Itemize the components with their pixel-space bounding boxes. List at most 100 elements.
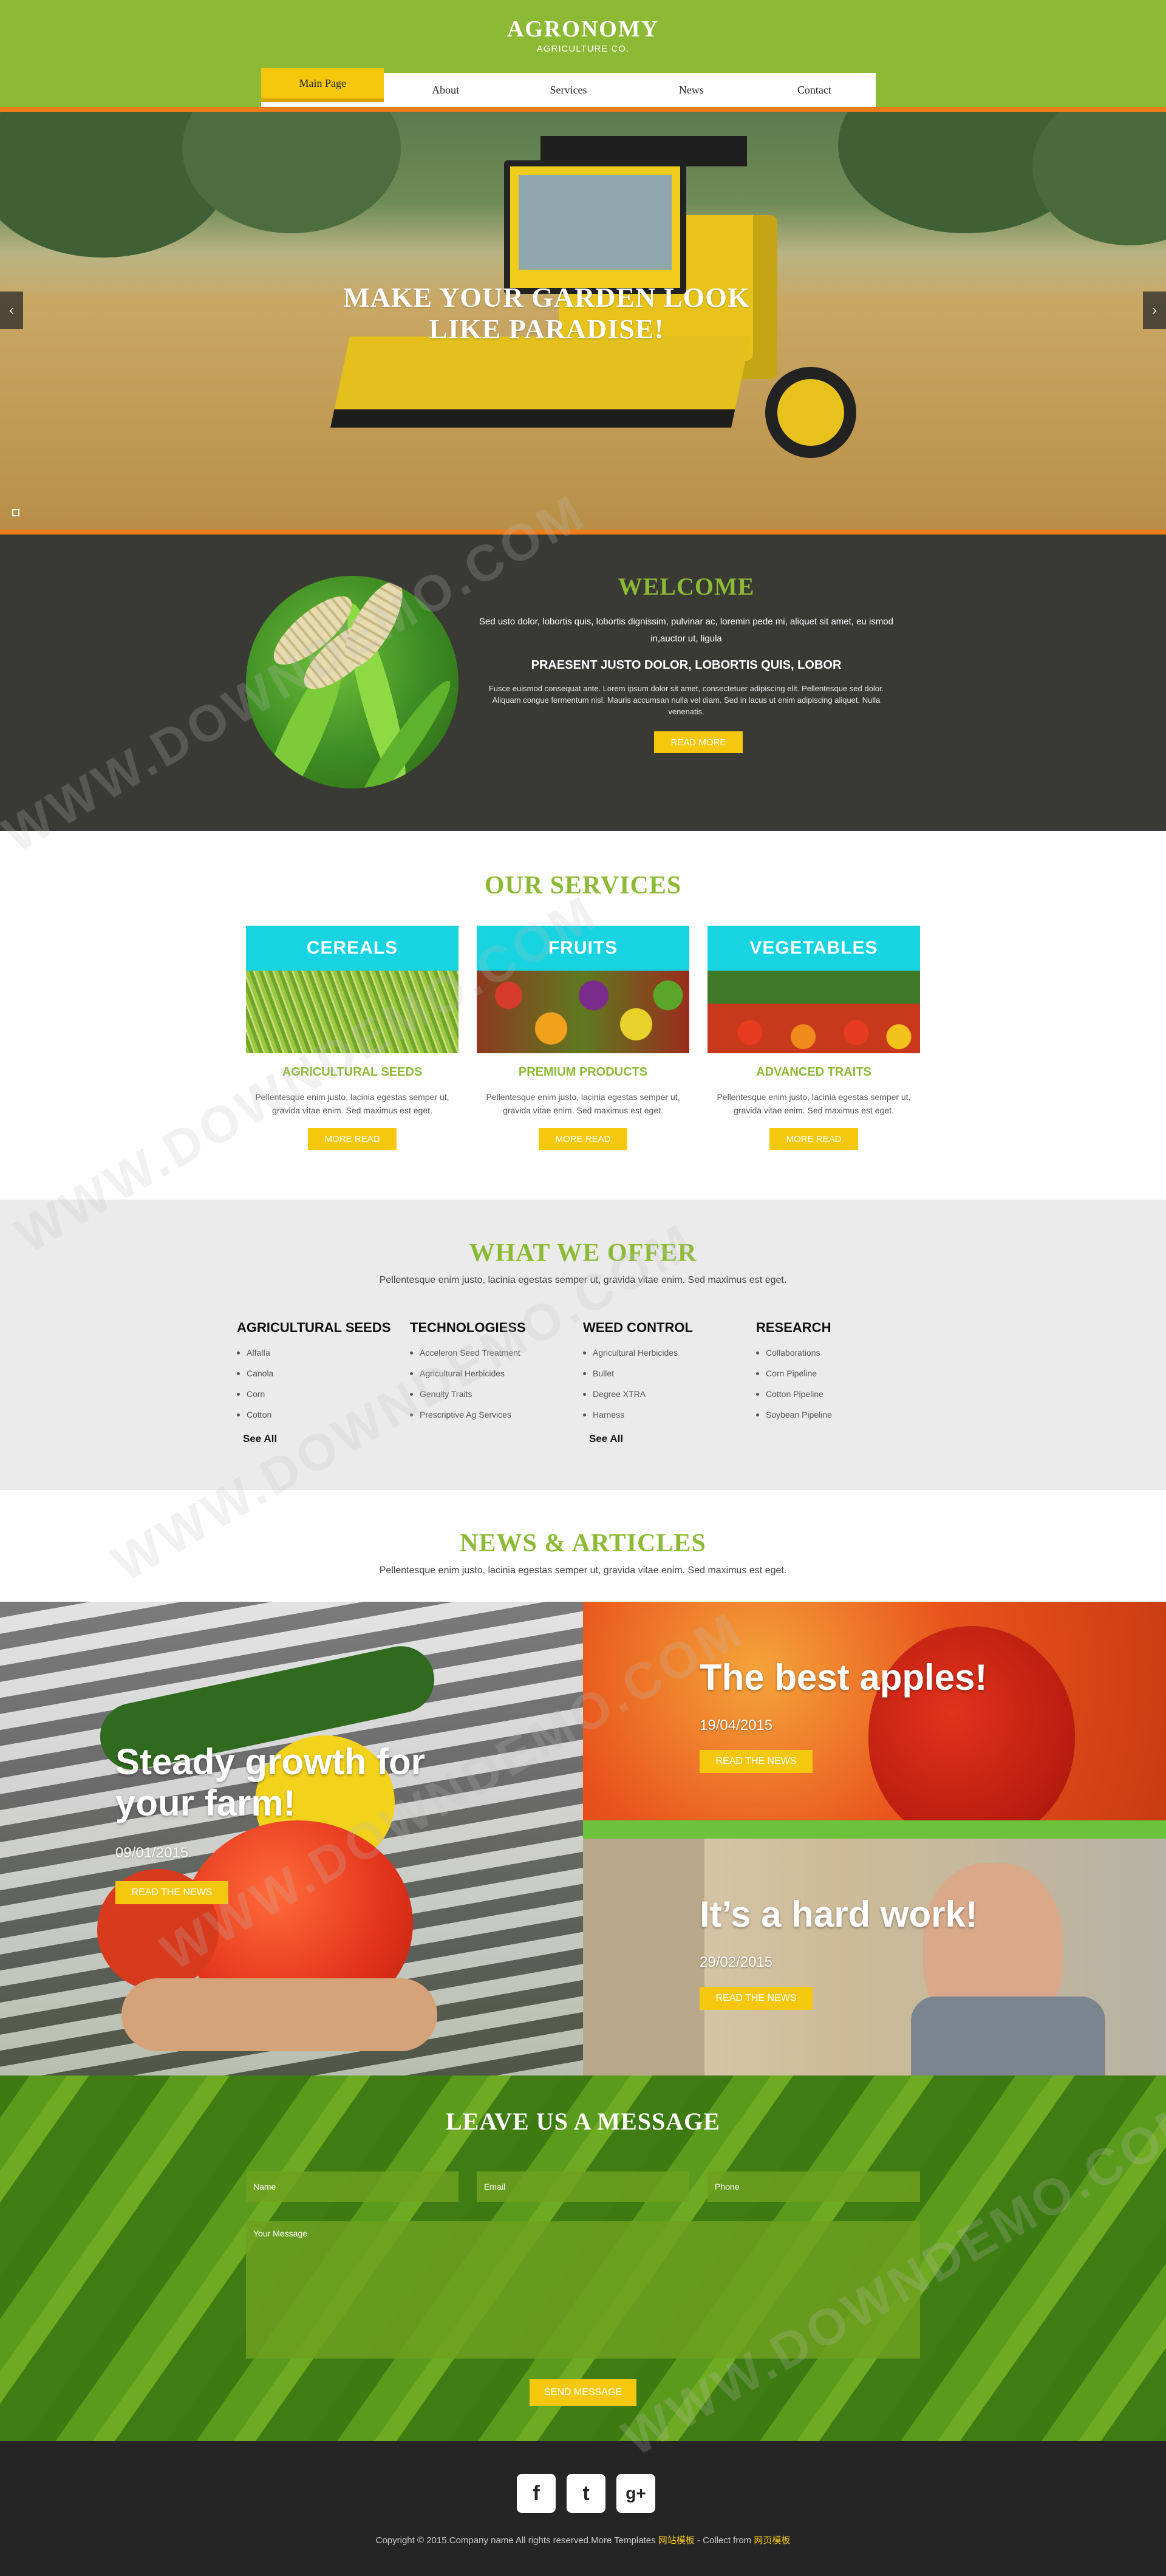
site-logo[interactable]: AGRONOMY: [0, 16, 1166, 43]
offer-list-item[interactable]: Agricultural Herbicides: [410, 1368, 580, 1389]
see-all-link[interactable]: See All: [243, 1433, 407, 1445]
hero-title: MAKE YOUR GARDEN LOOK LIKE PARADISE!: [343, 282, 750, 344]
google-plus-icon[interactable]: g+: [616, 2474, 655, 2513]
offer-list-item[interactable]: Corn: [237, 1389, 407, 1410]
news-card-best-apples[interactable]: The best apples! 19/04/2015 READ THE NEW…: [583, 1602, 1166, 1839]
site-header: AGRONOMY AGRICULTURE CO. Main Page About…: [0, 0, 1166, 108]
hero-divider: [0, 530, 1166, 535]
offer-list-item[interactable]: Cotton: [237, 1410, 407, 1430]
welcome-title: WELCOME: [618, 573, 755, 600]
offer-list-item[interactable]: Soybean Pipeline: [756, 1410, 926, 1430]
slider-next-arrow-icon[interactable]: ›: [1143, 292, 1166, 329]
service-card-vegetables: VEGETABLES ADVANCED TRAITS Pellentesque …: [707, 926, 920, 1150]
hero-slider: MAKE YOUR GARDEN LOOK LIKE PARADISE! ‹ ›: [0, 112, 1166, 530]
welcome-intro-text: Sed usto dolor, lobortis quis, lobortis …: [479, 617, 893, 644]
cereals-image: [246, 971, 459, 1053]
offer-list-item[interactable]: Harness: [583, 1410, 753, 1430]
more-read-button[interactable]: MORE READ: [308, 1128, 397, 1150]
news-card-date: 19/04/2015: [700, 1717, 773, 1734]
send-message-button[interactable]: SEND MESSAGE: [530, 2379, 636, 2406]
offer-list-item[interactable]: Degree XTRA: [583, 1389, 753, 1410]
service-card-cereals: CEREALS AGRICULTURAL SEEDS Pellentesque …: [246, 926, 459, 1150]
offer-section: WHAT WE OFFER Pellentesque enim justo, l…: [0, 1200, 1166, 1490]
read-the-news-button[interactable]: READ THE NEWS: [700, 1987, 813, 2010]
offer-list-item[interactable]: Canola: [237, 1368, 407, 1389]
offer-column-technologies: TECHNOLOGIESS Acceleron Seed Treatment A…: [410, 1320, 580, 1430]
services-section: OUR SERVICES CEREALS AGRICULTURAL SEEDS …: [0, 831, 1166, 1200]
service-card-text: Pellentesque enim justo, lacinia egestas…: [255, 1092, 449, 1115]
see-all-link[interactable]: See All: [589, 1433, 753, 1445]
offer-title: WHAT WE OFFER: [469, 1239, 697, 1267]
nav-item-news[interactable]: News: [630, 73, 752, 107]
news-card-title[interactable]: The best apples!: [700, 1656, 987, 1698]
service-card-heading: CEREALS: [246, 926, 459, 971]
welcome-section: WELCOME Sed usto dolor, lobortis quis, l…: [0, 535, 1166, 831]
offer-list-item[interactable]: Bullet: [583, 1368, 753, 1389]
offer-list-item[interactable]: Alfalfa: [237, 1348, 407, 1368]
service-card-fruits: FRUITS PREMIUM PRODUCTS Pellentesque eni…: [477, 926, 689, 1150]
main-nav: Main Page About Services News Contact: [261, 68, 876, 107]
news-card-date: 29/02/2015: [700, 1954, 773, 1970]
offer-column-heading: WEED CONTROL: [583, 1320, 693, 1335]
phone-field[interactable]: [707, 2171, 920, 2202]
offer-list-item[interactable]: Genuity Traits: [410, 1389, 580, 1410]
vegetables-image: [707, 971, 920, 1053]
templates-link[interactable]: 网站模板: [658, 2535, 695, 2546]
offer-column-heading: RESEARCH: [756, 1320, 831, 1335]
read-the-news-button[interactable]: READ THE NEWS: [700, 1750, 813, 1773]
offer-list-item[interactable]: Prescriptive Ag Services: [410, 1410, 580, 1430]
collect-label: - Collect from: [697, 2535, 752, 2546]
slider-pagination-dot[interactable]: [12, 509, 19, 516]
message-field[interactable]: [246, 2221, 920, 2359]
twitter-icon[interactable]: t: [567, 2474, 605, 2513]
fruits-image: [477, 971, 689, 1053]
news-card-date: 09/01/2015: [115, 1845, 189, 1861]
news-description: Pellentesque enim justo, lacinia egestas…: [379, 1565, 787, 1576]
site-footer: f t g+ Copyright © 2015.Company name All…: [0, 2441, 1166, 2576]
nav-item-main-page[interactable]: Main Page: [261, 68, 384, 102]
service-card-subtitle: ADVANCED TRAITS: [756, 1065, 871, 1079]
offer-list-item[interactable]: Agricultural Herbicides: [583, 1348, 753, 1368]
news-card-hard-work[interactable]: It’s a hard work! 29/02/2015 READ THE NE…: [583, 1839, 1166, 2075]
contact-title: LEAVE US A MESSAGE: [446, 2108, 720, 2135]
webpage-templates-link[interactable]: 网页模板: [754, 2535, 790, 2546]
welcome-subtitle: PRAESENT JUSTO DOLOR, LOBORTIS QUIS, LOB…: [531, 658, 842, 672]
news-title: NEWS & ARTICLES: [460, 1529, 706, 1557]
name-field[interactable]: [246, 2171, 459, 2202]
copyright-text: Copyright © 2015.Company name All rights…: [0, 2533, 1166, 2546]
news-card-steady-growth[interactable]: Steady growth for your farm! 09/01/2015 …: [0, 1602, 583, 2075]
email-field[interactable]: [477, 2171, 689, 2202]
nav-item-about[interactable]: About: [384, 73, 506, 107]
copyright-label: Copyright © 2015.Company name All rights…: [375, 2535, 656, 2546]
news-section: NEWS & ARTICLES Pellentesque enim justo,…: [0, 1490, 1166, 1602]
service-card-subtitle: AGRICULTURAL SEEDS: [282, 1065, 423, 1079]
read-the-news-button[interactable]: READ THE NEWS: [115, 1881, 228, 1904]
read-more-button[interactable]: READ MORE: [654, 731, 743, 753]
offer-list-item[interactable]: Acceleron Seed Treatment: [410, 1348, 580, 1368]
nav-item-services[interactable]: Services: [507, 73, 630, 107]
service-card-text: Pellentesque enim justo, lacinia egestas…: [486, 1092, 680, 1115]
nav-item-contact[interactable]: Contact: [753, 73, 876, 107]
service-card-heading: FRUITS: [477, 926, 689, 971]
news-card-title[interactable]: Steady growth for your farm!: [115, 1741, 455, 1824]
offer-description: Pellentesque enim justo, lacinia egestas…: [379, 1275, 787, 1285]
welcome-rice-image: [246, 576, 459, 788]
slider-prev-arrow-icon[interactable]: ‹: [0, 292, 23, 329]
offer-column-heading: TECHNOLOGIESS: [410, 1320, 526, 1335]
more-read-button[interactable]: MORE READ: [539, 1128, 627, 1150]
offer-list-item[interactable]: Cotton Pipeline: [756, 1389, 926, 1410]
offer-list-item[interactable]: Collaborations: [756, 1348, 926, 1368]
more-read-button[interactable]: MORE READ: [769, 1128, 858, 1150]
site-tagline: AGRICULTURE CO.: [536, 44, 630, 54]
offer-list-item[interactable]: Corn Pipeline: [756, 1368, 926, 1389]
facebook-icon[interactable]: f: [517, 2474, 556, 2513]
contact-section: LEAVE US A MESSAGE SEND MESSAGE: [0, 2075, 1166, 2441]
header-divider: [0, 107, 1166, 112]
offer-column-weed-control: WEED CONTROL Agricultural Herbicides Bul…: [583, 1320, 753, 1445]
offer-column-heading: AGRICULTURAL SEEDS: [237, 1320, 391, 1335]
service-card-heading: VEGETABLES: [707, 926, 920, 971]
offer-column-seeds: AGRICULTURAL SEEDS Alfalfa Canola Corn C…: [237, 1320, 407, 1445]
news-card-title[interactable]: It’s a hard work!: [700, 1893, 978, 1935]
service-card-subtitle: PREMIUM PRODUCTS: [518, 1065, 648, 1079]
welcome-body-text: Fusce euismod consequat ante. Lorem ipsu…: [488, 684, 884, 716]
